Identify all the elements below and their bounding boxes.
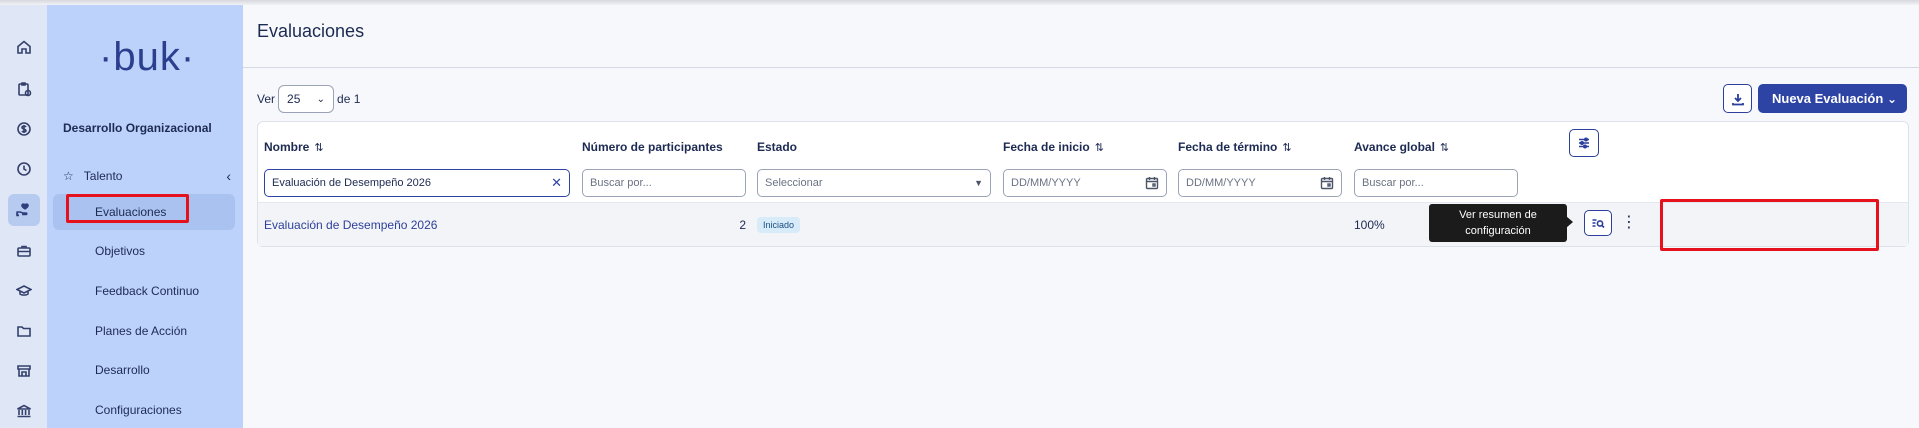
filter-placeholder: DD/MM/YYYY	[1186, 177, 1256, 189]
more-options-icon[interactable]: ⋮	[1621, 212, 1637, 232]
star-icon: ☆	[63, 169, 74, 183]
column-header-label: Estado	[757, 140, 798, 154]
filter-nombre-value: Evaluación de Desempeño 2026	[272, 177, 432, 189]
column-header-label: Fecha de inicio	[1003, 140, 1090, 154]
sort-icon[interactable]: ⇅	[1440, 141, 1449, 154]
sliders-icon	[1579, 137, 1589, 149]
sidebar-item-label: Planes de Acción	[95, 324, 188, 338]
briefcase-icon[interactable]	[8, 235, 40, 267]
folder-icon[interactable]	[8, 315, 40, 347]
sidebar-item-desarrollo[interactable]: Desarrollo	[53, 352, 235, 388]
caret-down-icon: ▼	[974, 178, 983, 188]
divider	[243, 67, 1919, 68]
sidebar-group-talento[interactable]: ☆ Talento ‹	[63, 163, 231, 189]
filter-placeholder: Buscar por...	[590, 177, 652, 189]
column-header-estado: Estado	[757, 140, 797, 154]
column-header-fecha-termino[interactable]: Fecha de término ⇅	[1178, 140, 1292, 154]
column-header-nombre[interactable]: Nombre ⇅	[264, 140, 324, 154]
column-header-participantes: Número de participantes	[582, 140, 723, 154]
pagination-control: Ver 25 ⌄ de 1	[257, 85, 360, 113]
sidebar-item-label: Configuraciones	[95, 403, 182, 417]
column-header-label: Fecha de término	[1178, 140, 1278, 154]
column-header-avance-global[interactable]: Avance global ⇅	[1354, 140, 1449, 154]
dollar-icon[interactable]	[8, 113, 40, 145]
hand-heart-icon[interactable]	[8, 194, 40, 226]
filter-nombre-input[interactable]: Evaluación de Desempeño 2026 ✕	[264, 169, 570, 197]
sidebar-item-feedback-continuo[interactable]: Feedback Continuo	[53, 273, 235, 309]
calendar-icon[interactable]	[1145, 176, 1159, 190]
highlight-box-evaluaciones	[66, 194, 189, 223]
column-settings-button[interactable]	[1569, 129, 1599, 157]
column-header-label: Número de participantes	[582, 140, 723, 154]
sidebar-item-label: Feedback Continuo	[95, 284, 200, 298]
column-header-fecha-inicio[interactable]: Fecha de inicio ⇅	[1003, 140, 1104, 154]
chevron-down-icon: ⌄	[316, 93, 326, 105]
clock-icon[interactable]	[8, 153, 40, 185]
cell-nombre[interactable]: Evaluación de Desempeño 2026	[264, 203, 437, 247]
page-title: Evaluaciones	[257, 21, 365, 41]
page-size-value: 25	[287, 92, 301, 106]
cell-avance: 100%	[1354, 218, 1385, 232]
status-badge: Iniciado	[757, 217, 801, 233]
tooltip-arrow	[1566, 216, 1573, 228]
column-header-label: Nombre	[264, 140, 310, 154]
filter-placeholder: Seleccionar	[765, 177, 823, 189]
graduation-cap-icon[interactable]	[8, 275, 40, 307]
tooltip-line: Ver resumen de	[1459, 209, 1537, 221]
sidebar-item-planes-de-accion[interactable]: Planes de Acción	[53, 313, 235, 349]
download-icon	[1731, 93, 1744, 105]
sidebar-section-title: Desarrollo Organizacional	[63, 121, 212, 135]
new-evaluation-label: Nueva Evaluación	[1772, 91, 1884, 106]
clear-icon[interactable]: ✕	[551, 175, 562, 191]
chevron-down-icon: ⌄	[1886, 91, 1897, 106]
highlight-box-actions	[1660, 199, 1879, 251]
tooltip: Ver resumen de configuración	[1429, 204, 1567, 242]
view-config-summary-button[interactable]	[1584, 210, 1612, 236]
filter-fecha-inicio-input[interactable]: DD/MM/YYYY	[1003, 169, 1167, 197]
home-icon[interactable]	[8, 31, 40, 63]
clipboard-clock-icon[interactable]	[8, 73, 40, 105]
sidebar-item-objetivos[interactable]: Objetivos	[53, 233, 235, 269]
filter-fecha-termino-input[interactable]: DD/MM/YYYY	[1178, 169, 1342, 197]
ver-label: Ver	[257, 92, 276, 106]
download-button[interactable]	[1723, 84, 1752, 113]
tooltip-line: configuración	[1465, 225, 1531, 237]
bank-icon[interactable]	[8, 395, 40, 427]
chevron-left-icon[interactable]: ‹	[226, 168, 231, 184]
sort-icon[interactable]: ⇅	[1095, 141, 1104, 154]
new-evaluation-button[interactable]: Nueva Evaluación ⌄	[1758, 84, 1907, 113]
store-icon[interactable]	[8, 355, 40, 387]
column-header-label: Avance global	[1354, 140, 1435, 154]
cell-estado: Iniciado	[757, 203, 801, 247]
page-size-select[interactable]: 25 ⌄	[278, 85, 335, 113]
filter-placeholder: DD/MM/YYYY	[1011, 177, 1081, 189]
cell-participantes: 2	[739, 218, 746, 232]
page-count-label: de 1	[337, 92, 361, 106]
calendar-icon[interactable]	[1320, 176, 1334, 190]
buk-logo[interactable]: ·buk·	[99, 35, 195, 80]
list-search-icon	[1592, 219, 1605, 229]
filter-placeholder: Buscar por...	[1362, 177, 1424, 189]
sort-icon[interactable]: ⇅	[1282, 141, 1291, 154]
sidebar-group-label: Talento	[83, 169, 123, 183]
filter-participantes-input[interactable]: Buscar por...	[582, 169, 746, 197]
filter-avance-input[interactable]: Buscar por...	[1354, 169, 1518, 197]
filter-estado-select[interactable]: Seleccionar ▼	[757, 169, 991, 197]
sidebar-item-label: Objetivos	[95, 244, 146, 258]
sort-icon[interactable]: ⇅	[314, 141, 323, 154]
sidebar-item-configuraciones[interactable]: Configuraciones	[53, 392, 235, 428]
icon-rail	[0, 5, 47, 428]
sidebar-item-label: Desarrollo	[95, 363, 150, 377]
